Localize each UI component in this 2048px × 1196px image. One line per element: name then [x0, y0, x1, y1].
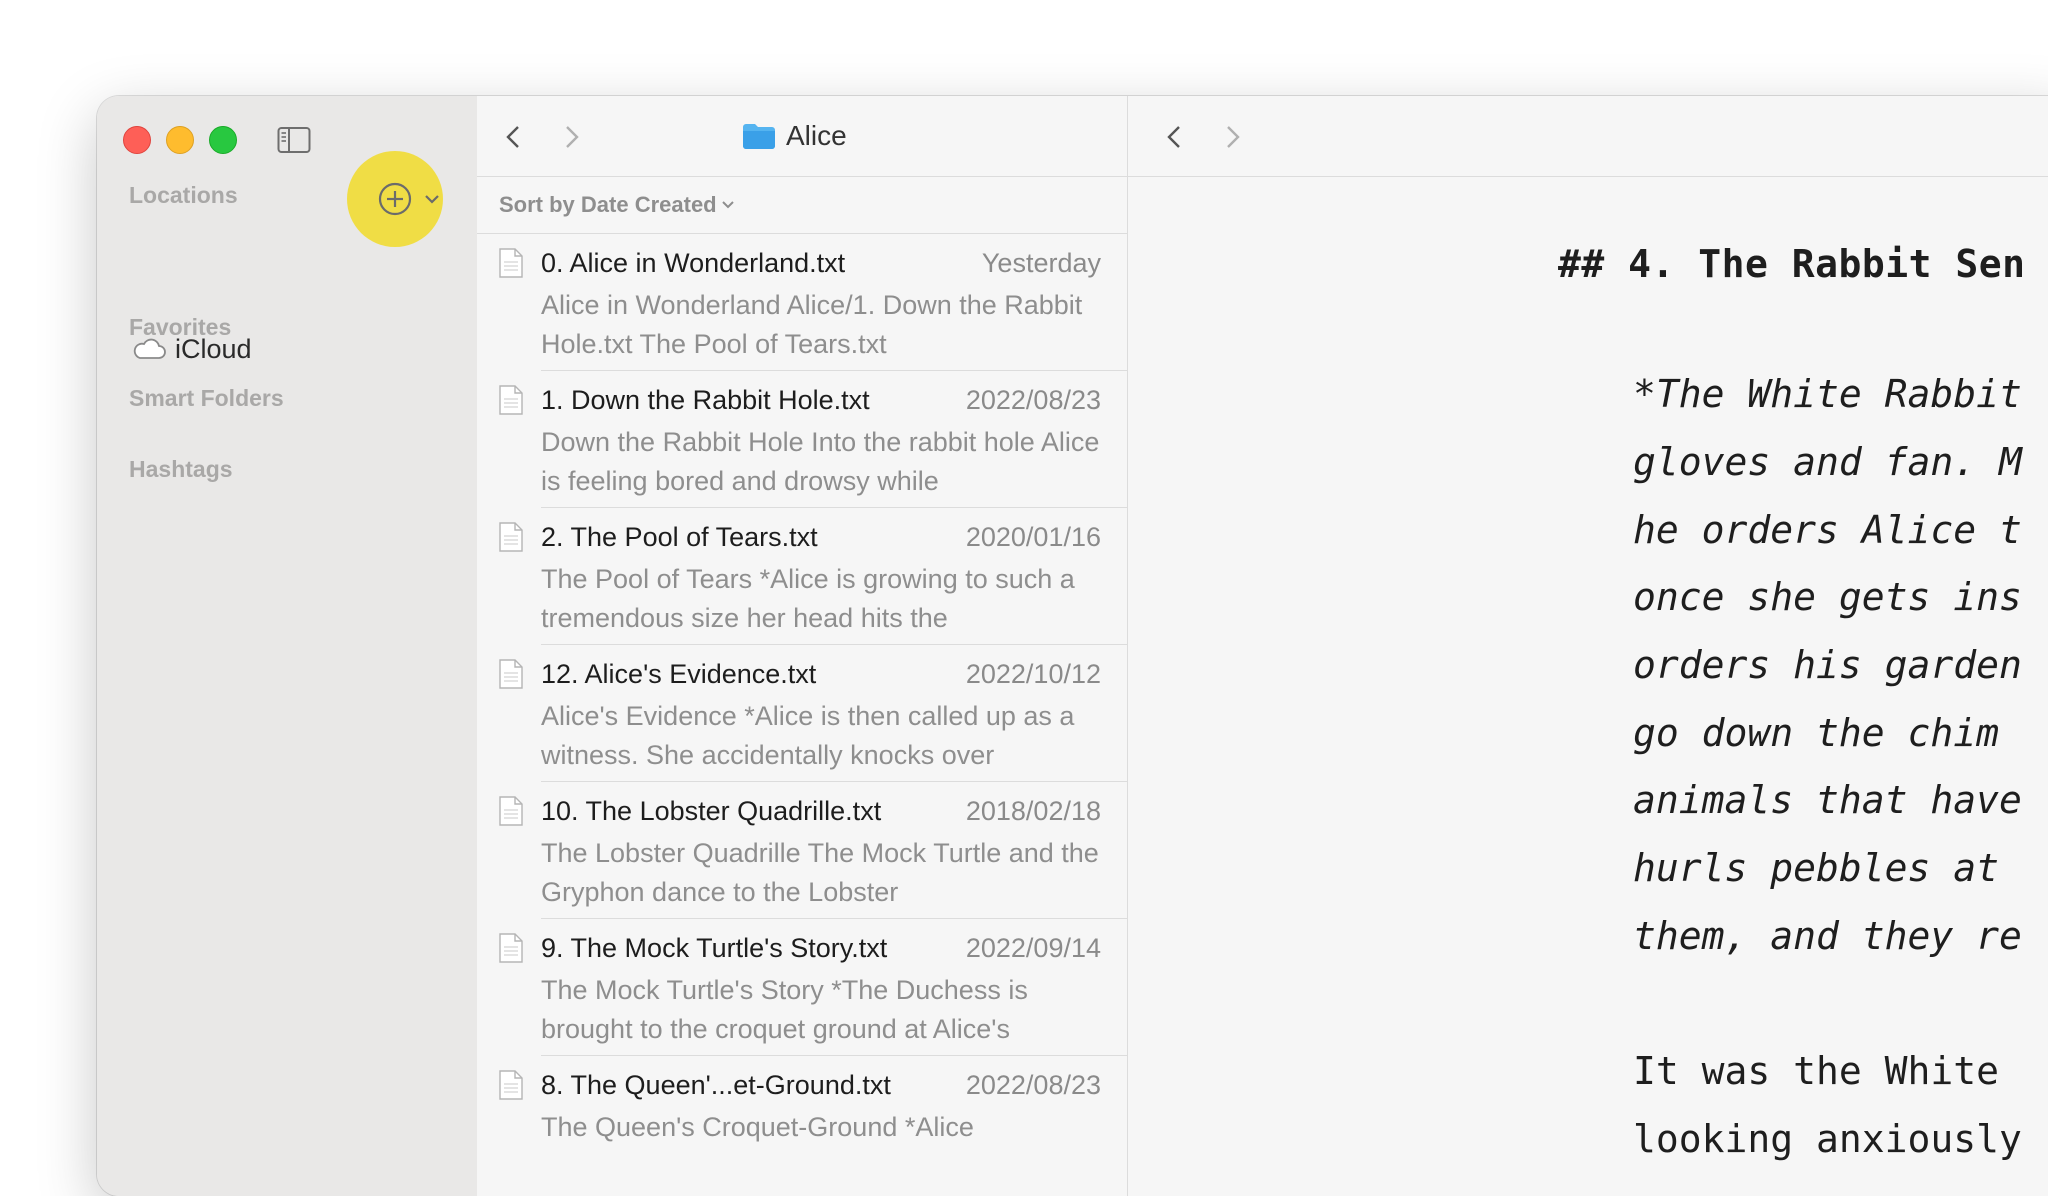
text-line: he orders Alice t: [1633, 508, 2022, 552]
sidebar-toggle-icon[interactable]: [277, 126, 311, 154]
list-toolbar: Alice: [477, 96, 1127, 177]
folder-name: Alice: [786, 120, 847, 151]
file-date: 2022/09/14: [965, 933, 1101, 963]
document-icon: [499, 1070, 523, 1100]
file-preview: The Queen's Croquet-Ground *Alice: [541, 1112, 974, 1142]
text-line: looking anxiously: [1633, 1117, 2022, 1161]
sort-dropdown[interactable]: Sort by Date Created: [477, 177, 1127, 234]
editor-pane[interactable]: ## 4. The Rabbit Sen *The White Rabbit g…: [1128, 96, 2048, 1196]
file-date: 2022/10/12: [965, 659, 1101, 689]
file-name: 9. The Mock Turtle's Story.txt: [541, 933, 888, 963]
plus-circle-icon[interactable]: [377, 181, 413, 217]
file-preview: The Mock Turtle's Story *The Duchess is …: [541, 975, 1028, 1044]
text-line: gloves and fan. M: [1633, 440, 2022, 484]
text-line: go down the chim: [1633, 711, 2000, 755]
app-window: Locations iCloud Favorites Smart Folders…: [97, 96, 2048, 1196]
file-list: 0. Alice in Wonderland.txt Yesterday Ali…: [477, 234, 1127, 1193]
chevron-down-icon[interactable]: [423, 192, 441, 206]
sort-label: Sort by Date Created: [499, 192, 717, 217]
document-heading: ## 4. The Rabbit Sen: [1558, 242, 2026, 286]
document-icon: [499, 933, 523, 963]
document-icon: [499, 659, 523, 689]
file-date: 2022/08/23: [965, 385, 1101, 415]
file-date: Yesterday: [981, 248, 1101, 278]
text-line: animals that have: [1633, 778, 2022, 822]
editor-text-area[interactable]: ## 4. The Rabbit Sen *The White Rabbit g…: [1128, 96, 2048, 1196]
file-name: 10. The Lobster Quadrille.txt: [541, 796, 882, 826]
file-date: 2022/08/23: [965, 1070, 1101, 1100]
chevron-down-icon: [721, 201, 734, 209]
document-icon: [499, 522, 523, 552]
section-hashtags[interactable]: Hashtags: [129, 456, 233, 483]
file-name: 12. Alice's Evidence.txt: [541, 659, 817, 689]
section-smart-folders[interactable]: Smart Folders: [129, 385, 284, 412]
section-favorites[interactable]: Favorites: [129, 314, 231, 341]
file-name: 8. The Queen'...et-Ground.txt: [541, 1070, 891, 1100]
text-line: hurls pebbles at: [1633, 846, 2000, 890]
file-name: 0. Alice in Wonderland.txt: [541, 248, 846, 278]
text-line: orders his garden: [1633, 643, 2022, 687]
list-item[interactable]: 1. Down the Rabbit Hole.txt 2022/08/23 D…: [477, 371, 1127, 508]
file-date: 2020/01/16: [965, 522, 1101, 552]
file-preview: The Pool of Tears *Alice is growing to s…: [541, 564, 1075, 633]
close-window-button[interactable]: [123, 126, 151, 154]
text-line: them, and they re: [1633, 914, 2022, 958]
zoom-window-button[interactable]: [209, 126, 237, 154]
back-arrow-icon[interactable]: [503, 124, 525, 150]
text-line: *The White Rabbit: [1633, 372, 2022, 416]
folder-icon: [743, 124, 775, 149]
document-icon: [499, 248, 523, 278]
file-preview: Alice in Wonderland Alice/1. Down the Ra…: [541, 290, 1083, 359]
list-item[interactable]: 8. The Queen'...et-Ground.txt 2022/08/23…: [477, 1056, 1127, 1193]
list-item[interactable]: 9. The Mock Turtle's Story.txt 2022/09/1…: [477, 919, 1127, 1056]
document-icon: [499, 385, 523, 415]
forward-arrow-icon[interactable]: [560, 124, 582, 150]
file-preview: Down the Rabbit Hole Into the rabbit hol…: [541, 427, 1100, 496]
list-item[interactable]: 0. Alice in Wonderland.txt Yesterday Ali…: [477, 234, 1127, 371]
list-item[interactable]: 10. The Lobster Quadrille.txt 2018/02/18…: [477, 782, 1127, 919]
sidebar: Locations iCloud Favorites Smart Folders…: [97, 96, 478, 1196]
file-preview: The Lobster Quadrille The Mock Turtle an…: [541, 838, 1099, 907]
file-preview: Alice's Evidence *Alice is then called u…: [541, 701, 1075, 770]
file-name: 1. Down the Rabbit Hole.txt: [541, 385, 870, 415]
list-item[interactable]: 12. Alice's Evidence.txt 2022/10/12 Alic…: [477, 645, 1127, 782]
list-item[interactable]: 2. The Pool of Tears.txt 2020/01/16 The …: [477, 508, 1127, 645]
text-line: It was the White: [1633, 1049, 2000, 1093]
document-icon: [499, 796, 523, 826]
text-line: once she gets ins: [1633, 575, 2022, 619]
file-name: 2. The Pool of Tears.txt: [541, 522, 818, 552]
section-locations: Locations: [129, 182, 238, 208]
folder-title: Alice: [742, 118, 847, 154]
minimize-window-button[interactable]: [166, 126, 194, 154]
file-date: 2018/02/18: [965, 796, 1101, 826]
file-list-pane: Alice Sort by Date Created 0. Alice in W…: [477, 96, 1128, 1196]
